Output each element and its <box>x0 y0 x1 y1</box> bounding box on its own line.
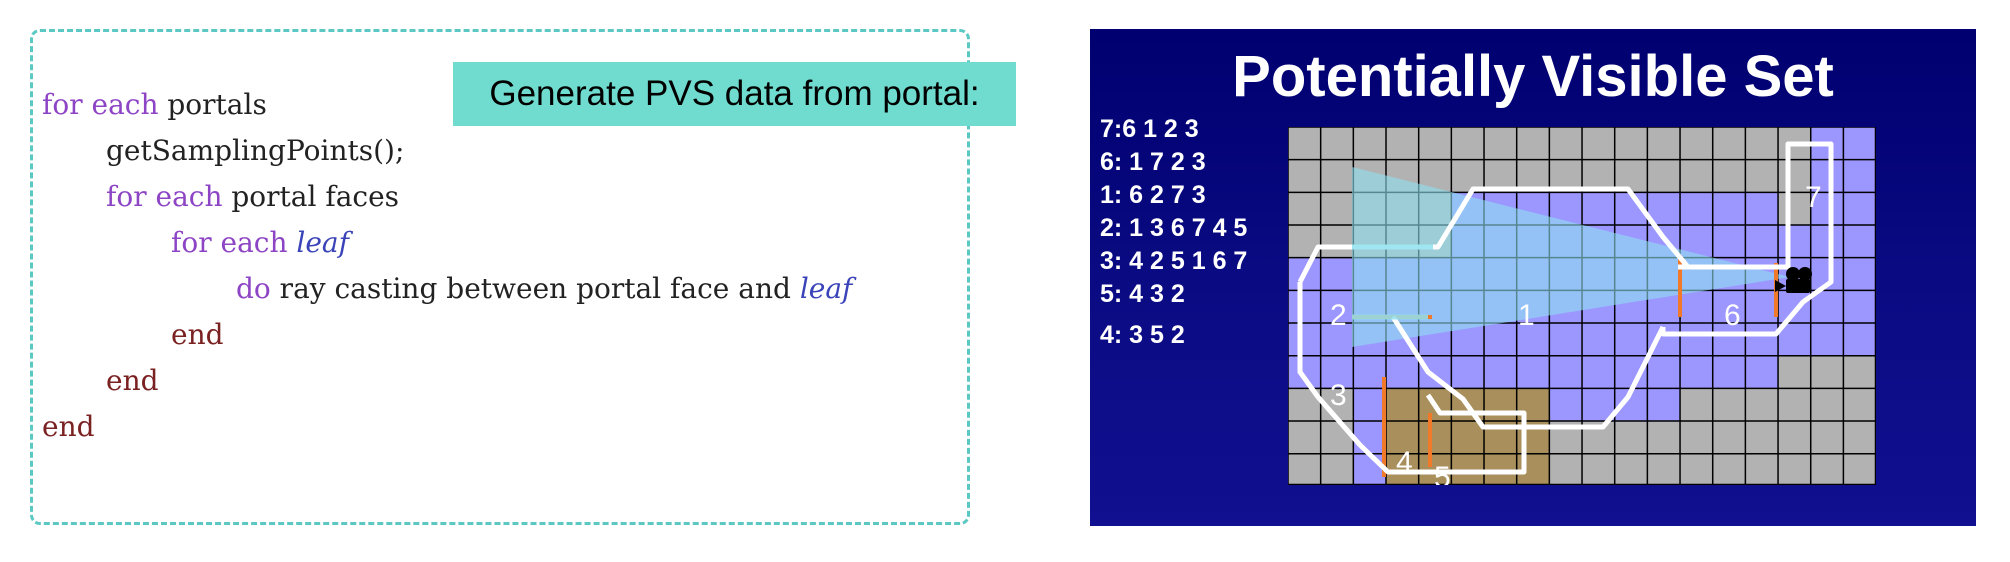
keyword: for each <box>171 226 288 259</box>
pvs-list-item: 7:6 1 2 3 <box>1100 115 1199 143</box>
pvs-list-item: 5: 4 3 2 <box>1100 280 1185 308</box>
region-label: 6 <box>1724 299 1741 332</box>
keyword: do <box>236 272 271 305</box>
region-label: 4 <box>1396 446 1413 479</box>
code-line-7: end <box>106 364 159 398</box>
code-line-4: for each leaf <box>171 226 349 260</box>
code-line-3: for each portal faces <box>106 180 399 214</box>
pvs-grid-diagram: 1 2 3 4 5 6 7 <box>1288 127 1876 485</box>
pvs-list-item: 6: 1 7 2 3 <box>1100 148 1206 176</box>
variable: leaf <box>296 226 349 259</box>
region-label: 1 <box>1518 299 1535 332</box>
code-text: portal faces <box>222 180 400 213</box>
code-text: getSamplingPoints(); <box>106 134 405 167</box>
pvs-list: 7:6 1 2 3 6: 1 7 2 3 1: 6 2 7 3 2: 1 3 6… <box>1100 113 1247 352</box>
variable: leaf <box>799 272 853 305</box>
code-text: ray casting between portal face and <box>270 272 800 305</box>
pvs-caption: Generate PVS data from portal: <box>453 62 1016 126</box>
code-line-1: for each portals <box>42 88 267 122</box>
code-line-2: getSamplingPoints(); <box>106 134 404 168</box>
pvs-list-item: 1: 6 2 7 3 <box>1100 181 1206 209</box>
code-text: end <box>106 364 159 397</box>
region-label: 3 <box>1330 379 1347 412</box>
code-text: portals <box>158 88 267 121</box>
pvs-list-item: 4: 3 5 2 <box>1100 321 1185 349</box>
pvs-slide: Potentially Visible Set 7:6 1 2 3 6: 1 7… <box>1090 29 1976 526</box>
region-label: 2 <box>1330 299 1347 332</box>
keyword: for each <box>42 88 159 121</box>
keyword: for each <box>106 180 223 213</box>
pvs-list-item: 2: 1 3 6 7 4 5 <box>1100 214 1248 242</box>
region-label: 7 <box>1805 181 1822 214</box>
code-line-8: end <box>42 410 95 444</box>
pvs-list-item: 3: 4 2 5 1 6 7 <box>1100 247 1248 275</box>
code-text: end <box>171 318 224 351</box>
slide-title: Potentially Visible Set <box>1232 44 1834 109</box>
code-text: end <box>42 410 95 443</box>
region-label: 5 <box>1434 461 1451 485</box>
code-line-6: end <box>171 318 224 352</box>
code-line-5: do ray casting between portal face and l… <box>236 272 852 306</box>
